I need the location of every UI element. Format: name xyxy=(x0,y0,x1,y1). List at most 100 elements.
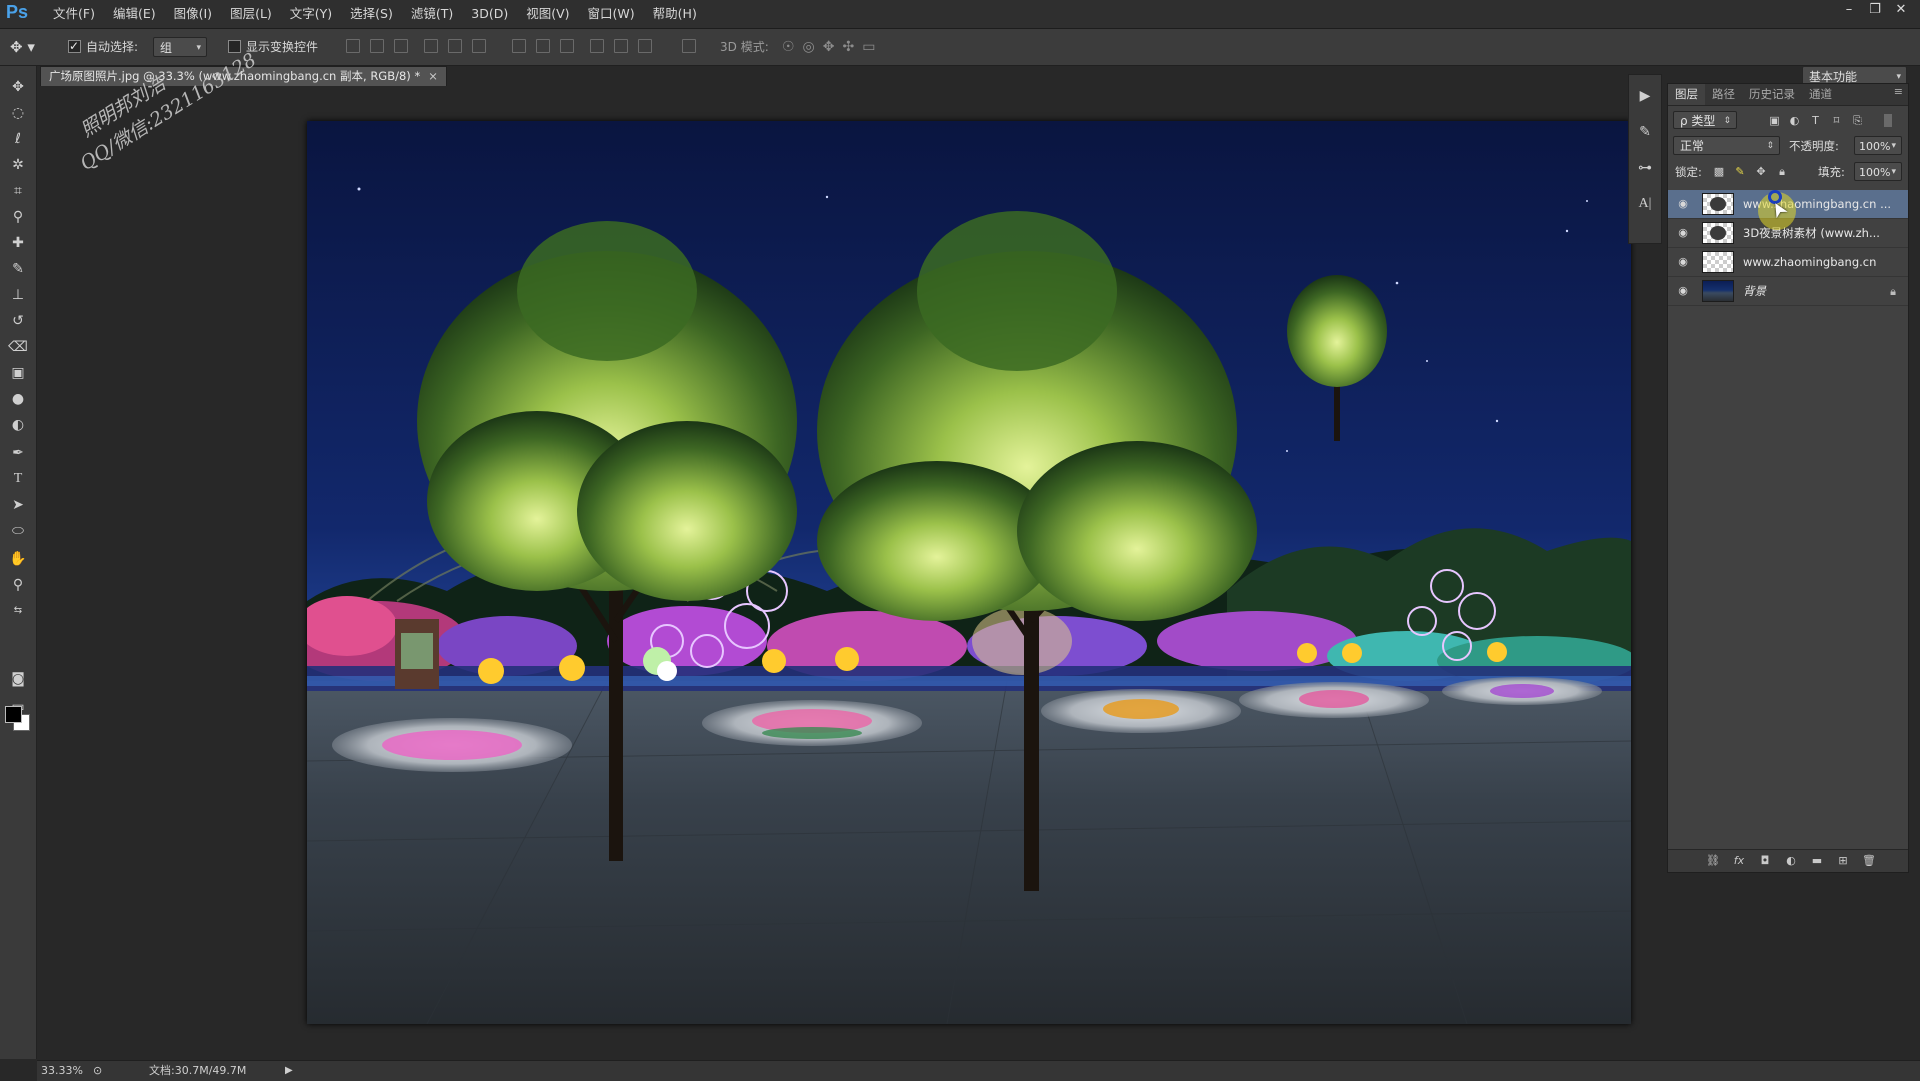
opacity-value: 100% xyxy=(1859,140,1891,153)
clone-source-icon[interactable]: ⊶ xyxy=(1629,153,1661,183)
opacity-field[interactable]: 100% ▾ xyxy=(1854,136,1902,155)
link-layers-icon[interactable]: ⛓ xyxy=(1704,852,1722,870)
quick-mask-icon[interactable]: ◙ xyxy=(6,668,30,690)
foreground-color-swatch[interactable] xyxy=(5,706,22,723)
pen-tool-icon[interactable]: ✒ xyxy=(6,442,30,464)
shape-tool-icon[interactable]: ⬭ xyxy=(6,520,30,542)
blur-tool-icon[interactable]: ● xyxy=(6,388,30,410)
layer-style-fx-icon[interactable]: fx xyxy=(1730,852,1748,870)
align-right-icon[interactable] xyxy=(472,39,486,53)
add-mask-icon[interactable]: ◘ xyxy=(1756,852,1774,870)
layer-name[interactable]: 背景 xyxy=(1743,277,1893,306)
new-group-icon[interactable]: ▬ xyxy=(1808,852,1826,870)
distribute-top-icon[interactable] xyxy=(512,39,526,53)
clone-stamp-tool-icon[interactable]: ⊥ xyxy=(6,284,30,306)
menu-select[interactable]: 选择(S) xyxy=(341,0,402,28)
menu-image[interactable]: 图像(I) xyxy=(165,0,221,28)
auto-select-toggle[interactable]: 自动选择: xyxy=(68,36,138,57)
menu-edit[interactable]: 编辑(E) xyxy=(104,0,165,28)
menu-bar: Ps 文件(F) 编辑(E) 图像(I) 图层(L) 文字(Y) 选择(S) 滤… xyxy=(0,0,1920,29)
filter-pixel-icon[interactable]: ▣ xyxy=(1768,114,1781,127)
distribute-left-icon[interactable] xyxy=(590,39,604,53)
tab-paths[interactable]: 路径 xyxy=(1705,84,1742,105)
3d-mode-icons[interactable]: ☉◎✥✣▭ xyxy=(782,37,883,57)
distribute-hcenter-icon[interactable] xyxy=(614,39,628,53)
history-brush-tool-icon[interactable]: ↺ xyxy=(6,310,30,332)
close-icon[interactable]: × xyxy=(428,69,438,83)
lasso-tool-icon[interactable]: ℓ xyxy=(6,128,30,150)
adjustment-layer-icon[interactable]: ◐ xyxy=(1782,852,1800,870)
delete-layer-icon[interactable]: 🗑︎ xyxy=(1860,852,1878,870)
layer-name[interactable]: www.zhaomingbang.cn xyxy=(1743,248,1893,277)
panel-menu-icon[interactable]: ≡ xyxy=(1894,85,1903,98)
swap-colors-icon[interactable]: ⇆ xyxy=(6,600,30,622)
new-layer-icon[interactable]: ⊞ xyxy=(1834,852,1852,870)
lock-all-icon[interactable]: 🔒︎ xyxy=(1775,165,1789,179)
restore-button[interactable]: ❐ xyxy=(1862,0,1888,24)
lock-transparent-icon[interactable]: ▩ xyxy=(1712,165,1726,179)
align-hcenter-icon[interactable] xyxy=(448,39,462,53)
magic-wand-tool-icon[interactable]: ✲ xyxy=(6,154,30,176)
crop-tool-icon[interactable]: ⌗ xyxy=(6,180,30,202)
layer-thumbnail xyxy=(1702,193,1734,215)
align-vcenter-icon[interactable] xyxy=(370,39,384,53)
distribute-vcenter-icon[interactable] xyxy=(536,39,550,53)
eraser-tool-icon[interactable]: ⌫ xyxy=(6,336,30,358)
move-tool-icon[interactable]: ✥ xyxy=(6,76,30,98)
type-tool-icon[interactable]: T xyxy=(6,468,30,490)
menu-filter[interactable]: 滤镜(T) xyxy=(402,0,462,28)
distribute-bottom-icon[interactable] xyxy=(560,39,574,53)
eye-icon[interactable]: ◉ xyxy=(1674,197,1692,211)
auto-align-icon[interactable] xyxy=(682,39,696,53)
distribute-right-icon[interactable] xyxy=(638,39,652,53)
zoom-level[interactable]: 33.33% xyxy=(41,1061,83,1081)
dodge-tool-icon[interactable]: ◐ xyxy=(6,414,30,436)
brush-tool-icon[interactable]: ✎ xyxy=(6,258,30,280)
menu-help[interactable]: 帮助(H) xyxy=(644,0,706,28)
filter-shape-icon[interactable]: ⌑ xyxy=(1830,114,1843,127)
path-selection-tool-icon[interactable]: ➤ xyxy=(6,494,30,516)
blend-mode-dropdown[interactable]: 正常 ⇕ xyxy=(1673,136,1780,155)
menu-window[interactable]: 窗口(W) xyxy=(579,0,644,28)
character-panel-icon[interactable]: A| xyxy=(1629,189,1661,219)
eyedropper-tool-icon[interactable]: ⚲ xyxy=(6,206,30,228)
filter-type-icon[interactable]: T xyxy=(1809,114,1822,127)
layer-row[interactable]: ◉ 背景 🔒︎ xyxy=(1668,277,1908,306)
layer-row[interactable]: ◉ www.zhaomingbang.cn xyxy=(1668,248,1908,277)
status-menu-arrow-icon[interactable]: ▶ xyxy=(285,1061,293,1081)
filter-adjustment-icon[interactable]: ◐ xyxy=(1788,114,1801,127)
align-left-icon[interactable] xyxy=(424,39,438,53)
layer-filter-dropdown[interactable]: ρ 类型 ⇕ xyxy=(1673,111,1737,129)
lock-pixels-icon[interactable]: ✎ xyxy=(1733,165,1747,179)
tab-layers[interactable]: 图层 xyxy=(1668,84,1705,105)
menu-file[interactable]: 文件(F) xyxy=(44,0,104,28)
eye-icon[interactable]: ◉ xyxy=(1674,284,1692,298)
close-window-button[interactable]: ✕ xyxy=(1888,0,1914,24)
menu-type[interactable]: 文字(Y) xyxy=(281,0,341,28)
minimize-button[interactable]: – xyxy=(1836,0,1862,24)
eye-icon[interactable]: ◉ xyxy=(1674,255,1692,269)
fill-field[interactable]: 100% ▾ xyxy=(1854,162,1902,181)
align-bottom-icon[interactable] xyxy=(394,39,408,53)
eye-icon[interactable]: ◉ xyxy=(1674,226,1692,240)
document-canvas[interactable] xyxy=(307,121,1631,1024)
filter-toggle-switch[interactable] xyxy=(1884,114,1892,127)
healing-brush-tool-icon[interactable]: ✚ xyxy=(6,232,30,254)
align-top-icon[interactable] xyxy=(346,39,360,53)
marquee-tool-icon[interactable]: ◌ xyxy=(6,102,30,124)
menu-view[interactable]: 视图(V) xyxy=(517,0,578,28)
auto-select-checkbox[interactable] xyxy=(68,36,81,56)
tab-history[interactable]: 历史记录 xyxy=(1742,84,1802,105)
filter-smart-object-icon[interactable]: ⎘ xyxy=(1851,114,1864,127)
chevron-down-icon: ▾ xyxy=(1891,141,1896,151)
tab-channels[interactable]: 通道 xyxy=(1802,84,1839,105)
hand-tool-icon[interactable]: ✋ xyxy=(6,548,30,570)
play-action-icon[interactable]: ▶ xyxy=(1629,81,1661,111)
lock-position-icon[interactable]: ✥ xyxy=(1754,165,1768,179)
zoom-tool-icon[interactable]: ⚲ xyxy=(6,574,30,596)
status-info-icon[interactable]: ⊙ xyxy=(93,1061,102,1081)
move-tool-preset-icon[interactable]: ✥ ▾ xyxy=(10,37,35,57)
gradient-tool-icon[interactable]: ▣ xyxy=(6,362,30,384)
menu-3d[interactable]: 3D(D) xyxy=(462,0,517,28)
brush-presets-icon[interactable]: ✎ xyxy=(1629,117,1661,147)
